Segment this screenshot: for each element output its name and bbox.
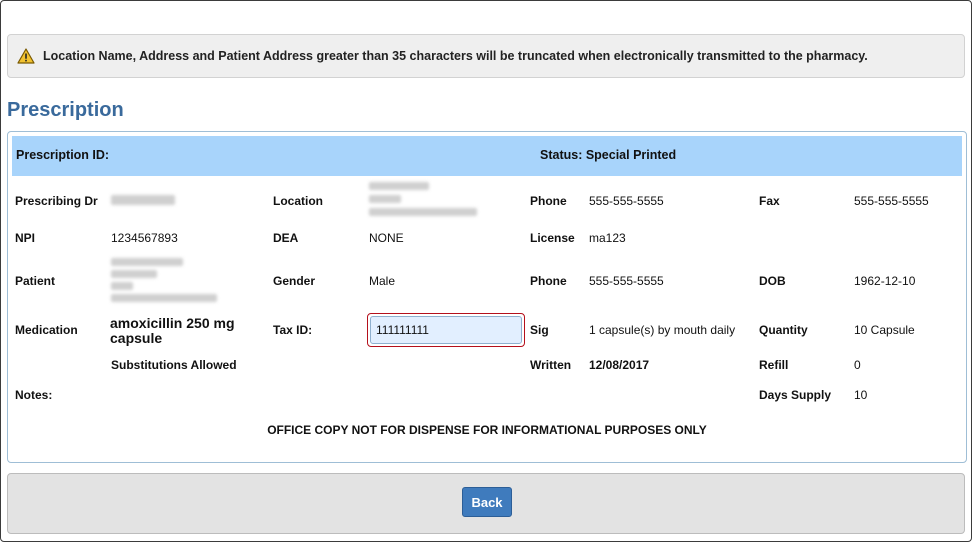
footer-bar: Back xyxy=(7,473,965,534)
patient-value-redacted-1 xyxy=(111,258,183,266)
dea-label: DEA xyxy=(273,231,299,245)
dob-label: DOB xyxy=(759,274,786,288)
page-title: Prescription xyxy=(7,99,124,121)
patient-value-redacted-2 xyxy=(111,270,157,278)
days-supply-value: 10 xyxy=(854,388,868,402)
prescription-header: Prescription ID: Status: Special Printed xyxy=(12,136,962,176)
medication-value: amoxicillin 250 mg capsule xyxy=(110,315,235,346)
quantity-value: 10 Capsule xyxy=(854,323,915,337)
prescribing-dr-value-redacted xyxy=(111,195,175,205)
warning-banner: Location Name, Address and Patient Addre… xyxy=(7,34,965,78)
patient-value-redacted-3 xyxy=(111,282,133,290)
tax-id-input[interactable] xyxy=(370,316,522,344)
license-label: License xyxy=(530,231,575,245)
medication-label: Medication xyxy=(15,323,78,337)
license-value: ma123 xyxy=(589,231,626,245)
location-value-redacted-3 xyxy=(369,208,477,216)
patient-phone-value: 555-555-5555 xyxy=(589,274,664,288)
location-value-redacted-1 xyxy=(369,182,429,190)
days-supply-label: Days Supply xyxy=(759,388,832,402)
refill-label: Refill xyxy=(759,358,789,372)
gender-value: Male xyxy=(369,274,396,288)
tax-id-field-wrapper xyxy=(367,313,525,347)
phone-value: 555-555-5555 xyxy=(589,194,664,208)
fax-label: Fax xyxy=(759,194,780,208)
office-copy-notice: OFFICE COPY NOT FOR DISPENSE FOR INFORMA… xyxy=(267,423,707,437)
npi-label: NPI xyxy=(15,231,36,245)
warning-triangle-icon xyxy=(17,48,35,64)
location-label: Location xyxy=(273,194,323,208)
patient-phone-label: Phone xyxy=(530,274,567,288)
npi-value: 1234567893 xyxy=(111,231,178,245)
sig-value: 1 capsule(s) by mouth daily xyxy=(589,323,736,337)
fax-value: 555-555-5555 xyxy=(854,194,929,208)
gender-label: Gender xyxy=(273,274,316,288)
written-label: Written xyxy=(530,358,572,372)
patient-value-redacted-4 xyxy=(111,294,217,302)
dea-value: NONE xyxy=(369,231,404,245)
back-button[interactable]: Back xyxy=(462,487,512,517)
status-label: Status: Special Printed xyxy=(540,148,677,162)
prescription-panel: Prescription ID: Status: Special Printed… xyxy=(7,131,967,463)
substitutions-allowed: Substitutions Allowed xyxy=(111,358,237,372)
patient-label: Patient xyxy=(15,274,56,288)
phone-label: Phone xyxy=(530,194,567,208)
warning-text: Location Name, Address and Patient Addre… xyxy=(43,49,868,63)
notes-label: Notes: xyxy=(15,388,53,402)
prescription-id-label: Prescription ID: xyxy=(16,148,110,162)
location-value-redacted-2 xyxy=(369,195,401,203)
sig-label: Sig xyxy=(530,323,549,337)
tax-id-label: Tax ID: xyxy=(273,323,313,337)
dob-value: 1962-12-10 xyxy=(854,274,916,288)
refill-value: 0 xyxy=(854,358,861,372)
prescribing-dr-label: Prescribing Dr xyxy=(15,194,98,208)
written-value: 12/08/2017 xyxy=(589,358,650,372)
quantity-label: Quantity xyxy=(759,323,808,337)
